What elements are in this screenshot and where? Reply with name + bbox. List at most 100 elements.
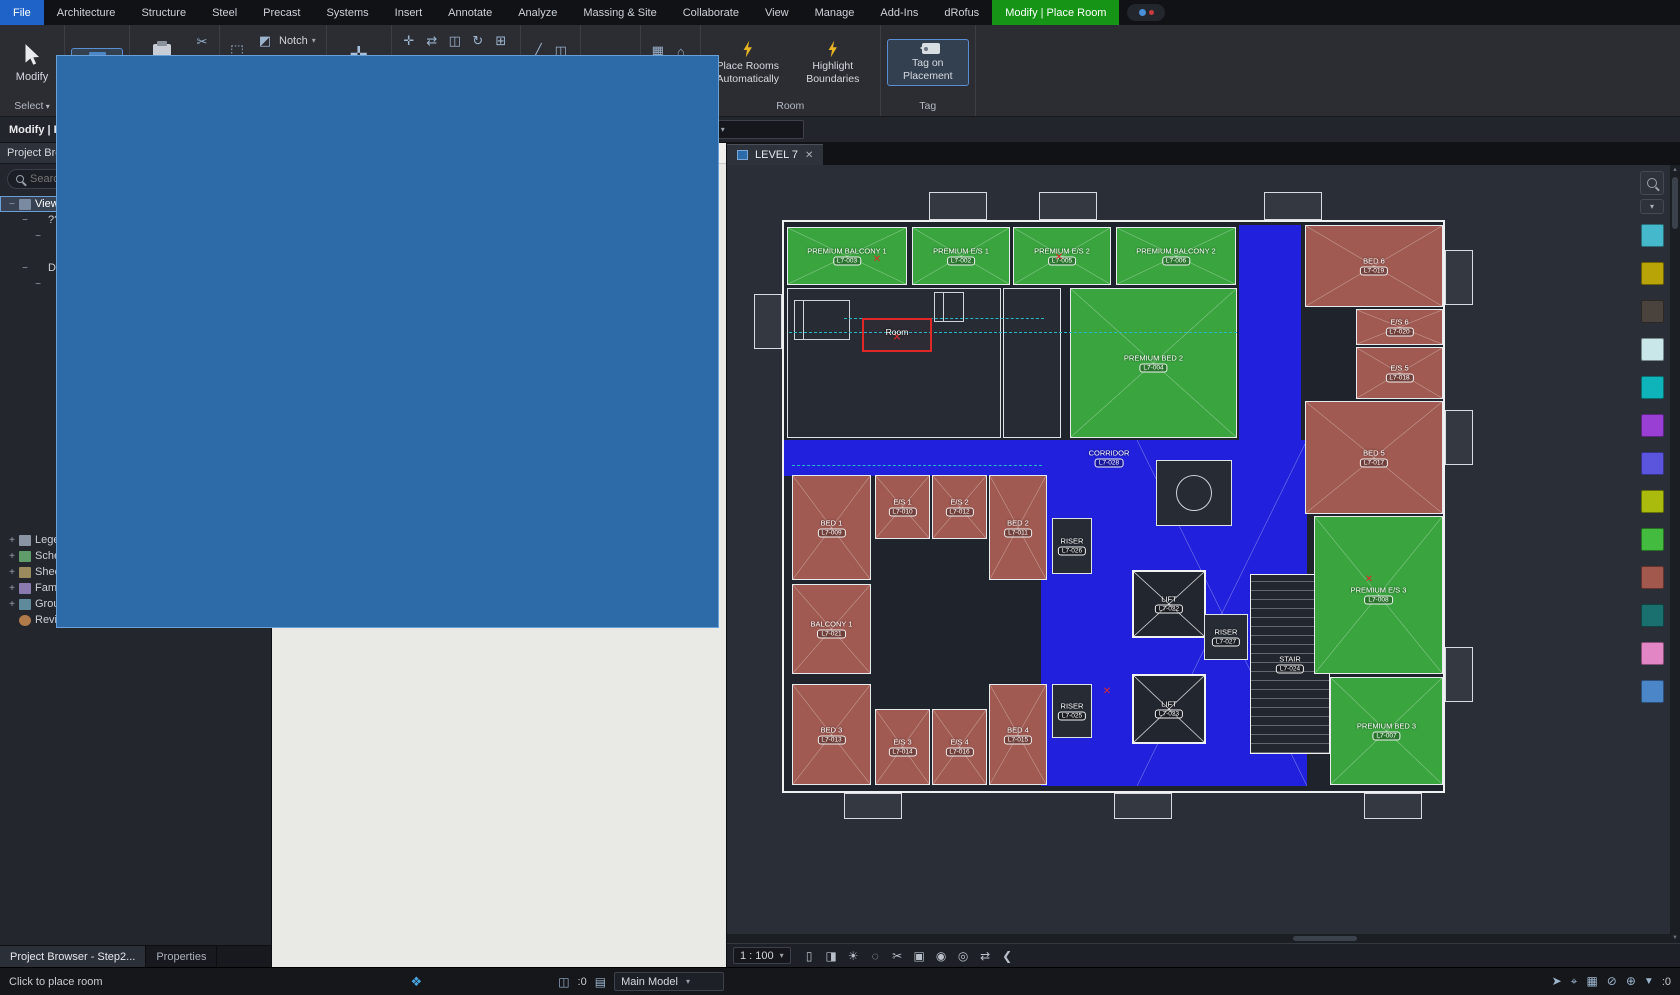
scale-select[interactable]: 1 : 100 ▾	[733, 947, 791, 964]
vertical-scrollbar[interactable]: ▲ ▼	[1670, 165, 1680, 943]
visual-style-icon[interactable]: ▯	[799, 946, 820, 965]
color-swatch[interactable]	[1641, 414, 1664, 437]
color-swatch[interactable]	[1641, 528, 1664, 551]
color-swatch[interactable]	[1641, 262, 1664, 285]
highlight-boundaries-button[interactable]: Highlight Boundaries	[793, 37, 873, 87]
scroll-up-icon[interactable]: ▲	[1672, 165, 1678, 175]
ribbon-tab-drofus[interactable]: dRofus	[931, 0, 992, 25]
sun-path-icon[interactable]: ☀	[843, 946, 864, 965]
scroll-down-icon[interactable]: ▼	[1672, 933, 1678, 943]
select-panel-label[interactable]: Select	[0, 100, 64, 116]
view-control-bar-icons: ▯◨☀◌✂▣◉◎⇄❮	[799, 946, 1018, 965]
worksets-icon[interactable]: ▤	[595, 975, 606, 989]
project-browser-panel: Project Browser - Step2+3_Complex_Model_…	[0, 143, 272, 967]
tab-project-browser[interactable]: Project Browser - Step2...	[0, 946, 146, 967]
render-icon[interactable]: ◌	[865, 946, 886, 965]
offset-icon[interactable]: ⇄	[422, 32, 442, 50]
color-swatch[interactable]	[1641, 300, 1664, 323]
select-pinned-icon[interactable]: ⌖	[1571, 974, 1578, 989]
cursor-arrow-icon	[19, 42, 45, 68]
ribbon-tab-insert[interactable]: Insert	[382, 0, 436, 25]
exterior-tab	[1114, 793, 1172, 819]
ribbon-tab-analyze[interactable]: Analyze	[505, 0, 570, 25]
floor-plan[interactable]: PREMIUM BALCONY 1L7-003PREMIUM E/S 1L7-0…	[782, 220, 1445, 793]
exterior-tab	[929, 192, 987, 220]
tree-item-floor-plan-level-r2[interactable]: Floor Plan: LEVEL R2	[0, 516, 271, 532]
exterior-tab	[754, 294, 782, 349]
drag-on-selection-icon[interactable]: ⊕	[1626, 974, 1636, 989]
ribbon-tab-steel[interactable]: Steel	[199, 0, 250, 25]
tag-icon	[922, 43, 940, 54]
ribbon-tab-annotate[interactable]: Annotate	[435, 0, 505, 25]
design-options-icon[interactable]: ◫	[558, 975, 569, 989]
drawing-area[interactable]: PREMIUM BALCONY 1L7-003PREMIUM E/S 1L7-0…	[727, 165, 1680, 943]
crop-region-icon[interactable]: ▣	[909, 946, 930, 965]
view-tab-level-7[interactable]: LEVEL 7 ✕	[727, 144, 823, 165]
place-rooms-automatically-button[interactable]: Place Rooms Automatically	[708, 37, 788, 87]
align-icon[interactable]: ✛	[399, 32, 419, 50]
room-premium-bed-2: PREMIUM BED 2L7-004	[1070, 288, 1237, 438]
temporary-hide-icon[interactable]: ◉	[931, 946, 952, 965]
ribbon-tab-collaborate[interactable]: Collaborate	[670, 0, 752, 25]
select-underlay-icon[interactable]: ▦	[1586, 974, 1597, 989]
modify-button[interactable]: Modify	[7, 39, 57, 86]
exterior-tab	[844, 793, 902, 819]
color-swatch[interactable]	[1641, 604, 1664, 627]
scrollbar-thumb[interactable]	[1293, 936, 1357, 941]
filter-icon[interactable]: ▼	[1644, 976, 1654, 987]
plan-shape	[1003, 288, 1061, 438]
room-bed-3: BED 3L7-013	[792, 684, 871, 785]
tab-properties[interactable]: Properties	[146, 946, 217, 967]
array-icon[interactable]: ⊞	[491, 32, 511, 50]
ribbon-tab-architecture[interactable]: Architecture	[44, 0, 129, 25]
plan-shape: ✕	[870, 252, 884, 266]
horizontal-scrollbar[interactable]	[727, 934, 1670, 943]
ribbon-tab-precast[interactable]: Precast	[250, 0, 313, 25]
main-model-value: Main Model	[621, 976, 678, 988]
room-room[interactable]: Room✕	[862, 318, 932, 352]
main-model-select[interactable]: Main Model ▾	[614, 972, 724, 991]
close-icon[interactable]: ✕	[805, 150, 813, 161]
notch-button[interactable]: ◩ Notch ▾	[252, 31, 319, 51]
color-swatch[interactable]	[1641, 224, 1664, 247]
ribbon-tab-file[interactable]: File	[0, 0, 44, 25]
rotate-icon[interactable]: ↻	[468, 32, 488, 50]
lightning-icon	[826, 40, 839, 57]
color-swatch[interactable]	[1641, 452, 1664, 475]
ribbon-tab-modify-place-room[interactable]: Modify | Place Room	[992, 0, 1119, 25]
color-swatch[interactable]	[1641, 642, 1664, 665]
color-swatch[interactable]	[1641, 338, 1664, 361]
zoom-tool-button[interactable]	[1640, 171, 1664, 195]
ribbon-tab-add-ins[interactable]: Add-Ins	[867, 0, 931, 25]
crop-view-icon[interactable]: ✂	[887, 946, 908, 965]
ribbon-tab-manage[interactable]: Manage	[802, 0, 868, 25]
ribbon-tab-structure[interactable]: Structure	[128, 0, 199, 25]
steering-wheel-button[interactable]: ▾	[1640, 199, 1664, 214]
shadows-icon[interactable]: ◨	[821, 946, 842, 965]
room-riser: RISERL7-027	[1204, 614, 1248, 660]
tag-on-placement-button[interactable]: Tag on Placement	[888, 40, 968, 84]
ribbon-overflow-icon[interactable]	[1127, 4, 1165, 21]
mirror-icon[interactable]: ◫	[445, 32, 465, 50]
ribbon-tab-view[interactable]: View	[752, 0, 802, 25]
color-swatch[interactable]	[1641, 490, 1664, 513]
ribbon-tab-massing-site[interactable]: Massing & Site	[570, 0, 669, 25]
color-palette	[1641, 224, 1664, 703]
scrollbar-thumb[interactable]	[1672, 177, 1678, 229]
ribbon-tab-systems[interactable]: Systems	[313, 0, 381, 25]
reveal-hidden-icon[interactable]: ◎	[953, 946, 974, 965]
color-swatch[interactable]	[1641, 376, 1664, 399]
select-link-icon[interactable]: ➤	[1552, 974, 1562, 989]
color-swatch[interactable]	[1641, 680, 1664, 703]
select-faces-icon[interactable]: ⊘	[1607, 974, 1617, 989]
exterior-tab	[1445, 250, 1473, 305]
worksharing-display-icon[interactable]: ⇄	[975, 946, 996, 965]
cut-icon[interactable]: ✂	[192, 33, 212, 51]
scale-value: 1 : 100	[740, 950, 774, 962]
drofus-status-icon[interactable]: ❖	[411, 974, 423, 990]
room-lift: LIFTL7-022	[1132, 570, 1206, 638]
color-swatch[interactable]	[1641, 566, 1664, 589]
room-bed-2: BED 2L7-011	[989, 475, 1047, 580]
view-tab-bar: LEVEL 7 ✕	[727, 143, 1680, 165]
constraints-icon[interactable]: ❮	[997, 946, 1018, 965]
